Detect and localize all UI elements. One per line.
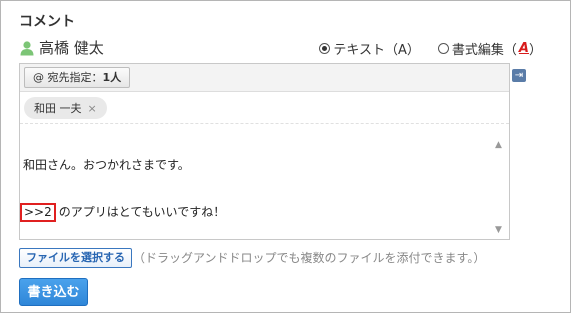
mode-text-radio[interactable]: テキスト（A） — [319, 39, 420, 58]
textarea-scrollbar[interactable]: ▲ ▼ — [492, 137, 509, 238]
select-file-button[interactable]: ファイルを選択する — [19, 248, 132, 268]
user-name: 高橋 健太 — [39, 39, 104, 57]
comment-textarea[interactable]: 和田さん。おつかれさまです。 >>2 のアプリはとてもいいですね！ — [20, 128, 226, 252]
radio-checked-icon — [319, 43, 331, 54]
reply-reference[interactable]: >>2 — [20, 203, 56, 222]
recipient-list: 和田 一夫 × — [20, 92, 509, 124]
radio-unchecked-icon — [437, 43, 449, 54]
submit-comment-button[interactable]: 書き込む — [19, 278, 88, 306]
comment-line-2-text: のアプリはとてもいいですね！ — [58, 205, 226, 219]
edit-mode-selector: テキスト（A） 書式編集（ A） — [301, 39, 542, 58]
user-icon — [20, 40, 34, 55]
destination-button[interactable]: @ 宛先指定：1人 — [24, 67, 131, 88]
destination-count: 1人 — [102, 71, 122, 84]
recipient-chip: 和田 一夫 × — [24, 97, 107, 119]
comment-panel: コメント 高橋 健太 テキスト（A） 書式編集（ A） @ 宛先指定：1人 和田 … — [0, 0, 571, 313]
scroll-up-icon[interactable]: ▲ — [495, 140, 502, 150]
scroll-down-icon[interactable]: ▼ — [495, 225, 502, 235]
comment-line-1: 和田さん。おつかれさまです。 — [23, 158, 190, 172]
mode-rich-key: A — [518, 41, 529, 56]
current-user: 高橋 健太 — [19, 37, 104, 58]
section-title: コメント — [19, 14, 75, 30]
file-drop-hint: （ドラッグアンドドロップでも複数のファイルを添付できます。） — [133, 251, 486, 265]
remove-recipient-icon[interactable]: × — [88, 102, 97, 115]
recipient-name: 和田 一夫 — [34, 102, 82, 115]
comment-editor[interactable]: @ 宛先指定：1人 和田 一夫 × 和田さん。おつかれさまです。 >>2 のアプリ… — [19, 63, 510, 240]
mode-text-label: テキスト（A） — [333, 43, 420, 58]
expand-editor-icon[interactable]: ⇥ — [512, 69, 526, 82]
mode-rich-close: ） — [528, 43, 542, 58]
destination-bar: @ 宛先指定：1人 — [20, 64, 509, 92]
mode-rich-radio[interactable]: 書式編集（ A） — [437, 39, 542, 58]
destination-label: @ 宛先指定： — [33, 71, 103, 84]
comment-line-2: >>2 のアプリはとてもいいですね！ — [20, 203, 226, 222]
mode-rich-label: 書式編集（ — [451, 43, 517, 58]
